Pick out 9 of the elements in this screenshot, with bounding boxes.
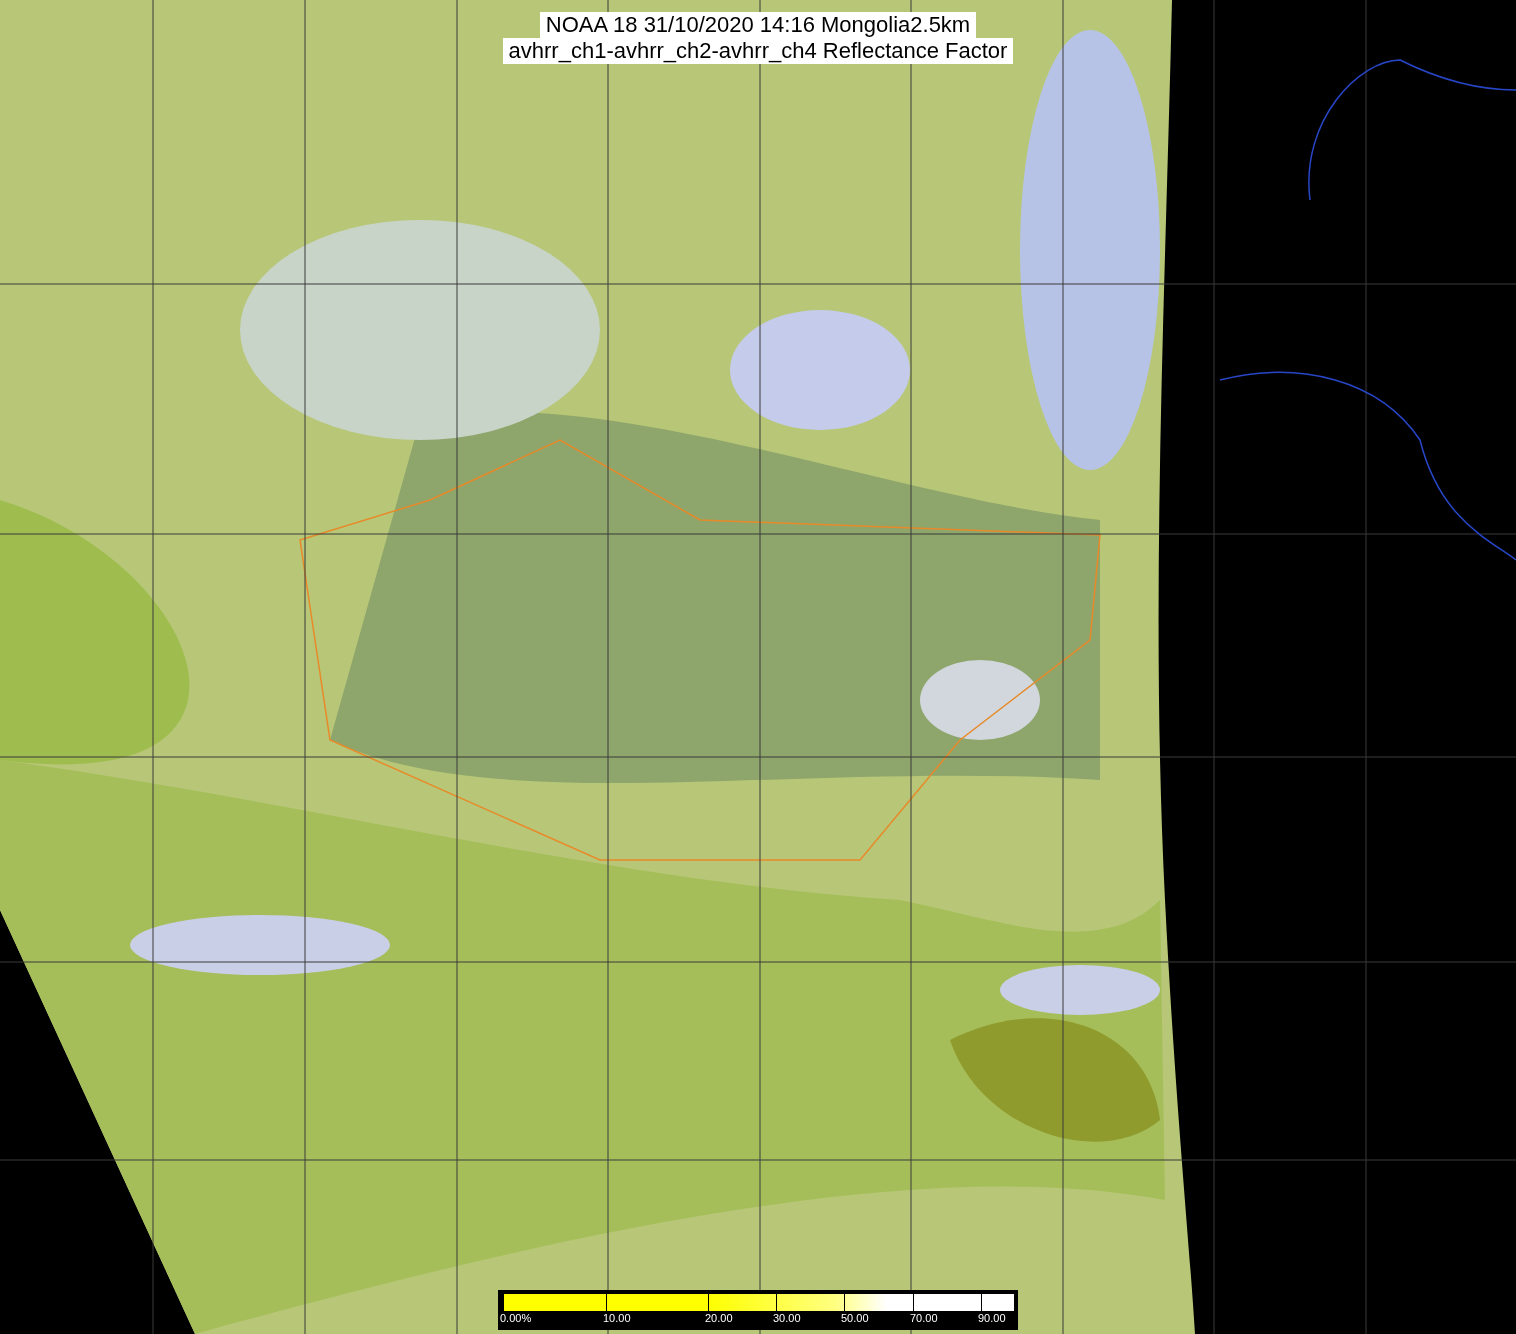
scale-tick-label: 0.00%: [500, 1311, 532, 1325]
scale-tick-label: 30.00: [773, 1311, 801, 1325]
scale-tick-label: 50.00: [841, 1311, 869, 1325]
scale-tick-label: 20.00: [705, 1311, 733, 1325]
map-title: avhrr_ch1-avhrr_ch2-avhrr_ch4 Reflectance Factor: [502, 38, 1014, 64]
scale-tick-label: 70.00: [910, 1311, 938, 1325]
scale-tick-label: 90.00: [978, 1311, 1006, 1325]
map-title: NOAA 18 31/10/2020 14:16 Mongolia2.5km: [539, 12, 977, 38]
scale-tick-label: 10.00: [603, 1311, 631, 1325]
